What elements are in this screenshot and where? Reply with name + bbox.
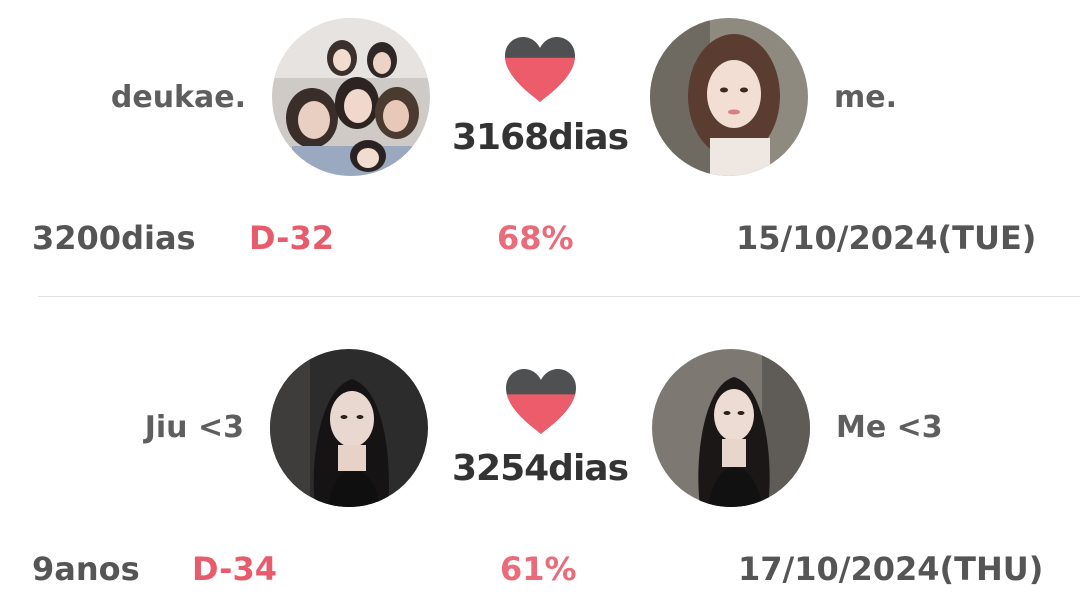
countdown: D-34 [192,550,277,588]
anniversary-date: 17/10/2024(THU) [738,550,1044,588]
right-avatar[interactable] [650,18,808,176]
portrait-photo-image [650,18,808,176]
right-name: me. [834,80,898,115]
total-days: 9anos [32,550,140,588]
left-avatar[interactable] [272,18,430,176]
portrait-photo-image [652,349,810,507]
progress-percent: 61% [500,550,577,588]
heart-progress-icon [502,366,580,436]
right-avatar[interactable] [652,349,810,507]
anniversary-date: 15/10/2024(TUE) [736,219,1037,257]
left-avatar[interactable] [270,349,428,507]
days-together: 3168dias [451,117,629,158]
anniversary-counter-screen: deukae. 3168dias me. 3200dias D-32 68% 1… [0,0,1080,607]
progress-percent: 68% [497,219,574,257]
couple-card-2[interactable]: Jiu <3 3254dias Me <3 9anos D-34 61% 17/… [0,297,1080,607]
countdown: D-32 [249,219,334,257]
days-together: 3254dias [451,448,629,489]
heart-progress-icon [501,34,579,104]
group-photo-image [272,18,430,176]
right-name: Me <3 [836,410,943,445]
total-days: 3200dias [32,219,196,257]
portrait-photo-image [270,349,428,507]
left-name: Jiu <3 [144,410,244,445]
couple-card-1[interactable]: deukae. 3168dias me. 3200dias D-32 68% 1… [0,0,1080,296]
left-name: deukae. [110,80,246,115]
